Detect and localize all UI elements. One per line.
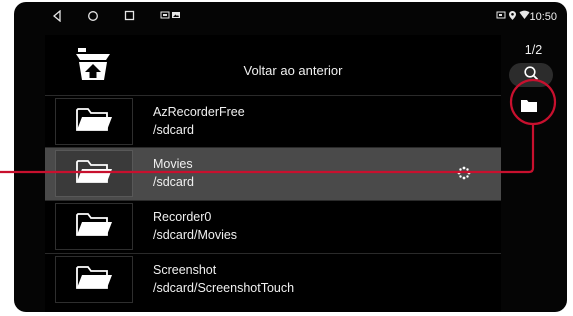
page-indicator: 1/2 bbox=[524, 43, 543, 57]
folder-path: /sdcard/ScreenshotTouch bbox=[153, 281, 295, 295]
drag-handle-icon[interactable] bbox=[457, 166, 471, 185]
search-icon bbox=[523, 65, 539, 86]
recents-square-icon[interactable] bbox=[124, 10, 135, 21]
folder-path: /sdcard/Movies bbox=[153, 228, 238, 242]
folder-name: Movies bbox=[153, 157, 193, 171]
screenshot-notification-icon bbox=[160, 10, 170, 20]
folder-thumbnail bbox=[55, 150, 133, 197]
folder-icon bbox=[520, 99, 538, 118]
device-screen: 10:50 Voltar ao anterior AzRecorderFree bbox=[14, 2, 567, 312]
folder-row-recorder0[interactable]: Recorder0 /sdcard/Movies bbox=[45, 200, 501, 253]
folder-thumbnail bbox=[55, 98, 133, 145]
folder-row-movies[interactable]: Movies /sdcard bbox=[45, 147, 501, 200]
folder-icon bbox=[75, 158, 113, 189]
cast-icon bbox=[496, 10, 506, 20]
side-controls: 1/2 bbox=[506, 35, 566, 312]
file-list: Voltar ao anterior AzRecorderFree /sdcar… bbox=[45, 35, 501, 312]
location-icon bbox=[508, 10, 517, 21]
folder-thumbnail bbox=[55, 256, 133, 303]
image-notification-icon bbox=[171, 10, 181, 20]
folder-name: Screenshot bbox=[153, 263, 217, 277]
folder-row-screenshot[interactable]: Screenshot /sdcard/ScreenshotTouch bbox=[45, 253, 501, 306]
search-button[interactable] bbox=[509, 63, 553, 87]
back-triangle-icon[interactable] bbox=[52, 10, 62, 22]
back-to-parent-row[interactable]: Voltar ao anterior bbox=[45, 35, 501, 95]
folder-icon bbox=[75, 106, 113, 137]
folder-row-azrecorderfree[interactable]: AzRecorderFree /sdcard bbox=[45, 95, 501, 148]
folder-button[interactable] bbox=[506, 93, 552, 123]
folder-icon bbox=[75, 264, 113, 295]
folder-path: /sdcard bbox=[153, 123, 194, 137]
home-circle-icon[interactable] bbox=[87, 10, 99, 22]
clock: 10:50 bbox=[529, 11, 557, 23]
folder-path: /sdcard bbox=[153, 175, 194, 189]
folder-thumbnail bbox=[55, 203, 133, 250]
folder-icon bbox=[75, 211, 113, 242]
folder-name: Recorder0 bbox=[153, 210, 212, 224]
folder-name: AzRecorderFree bbox=[153, 105, 245, 119]
wifi-icon bbox=[519, 10, 530, 20]
status-bar: 10:50 bbox=[14, 2, 567, 32]
back-to-parent-label: Voltar ao anterior bbox=[243, 63, 343, 78]
